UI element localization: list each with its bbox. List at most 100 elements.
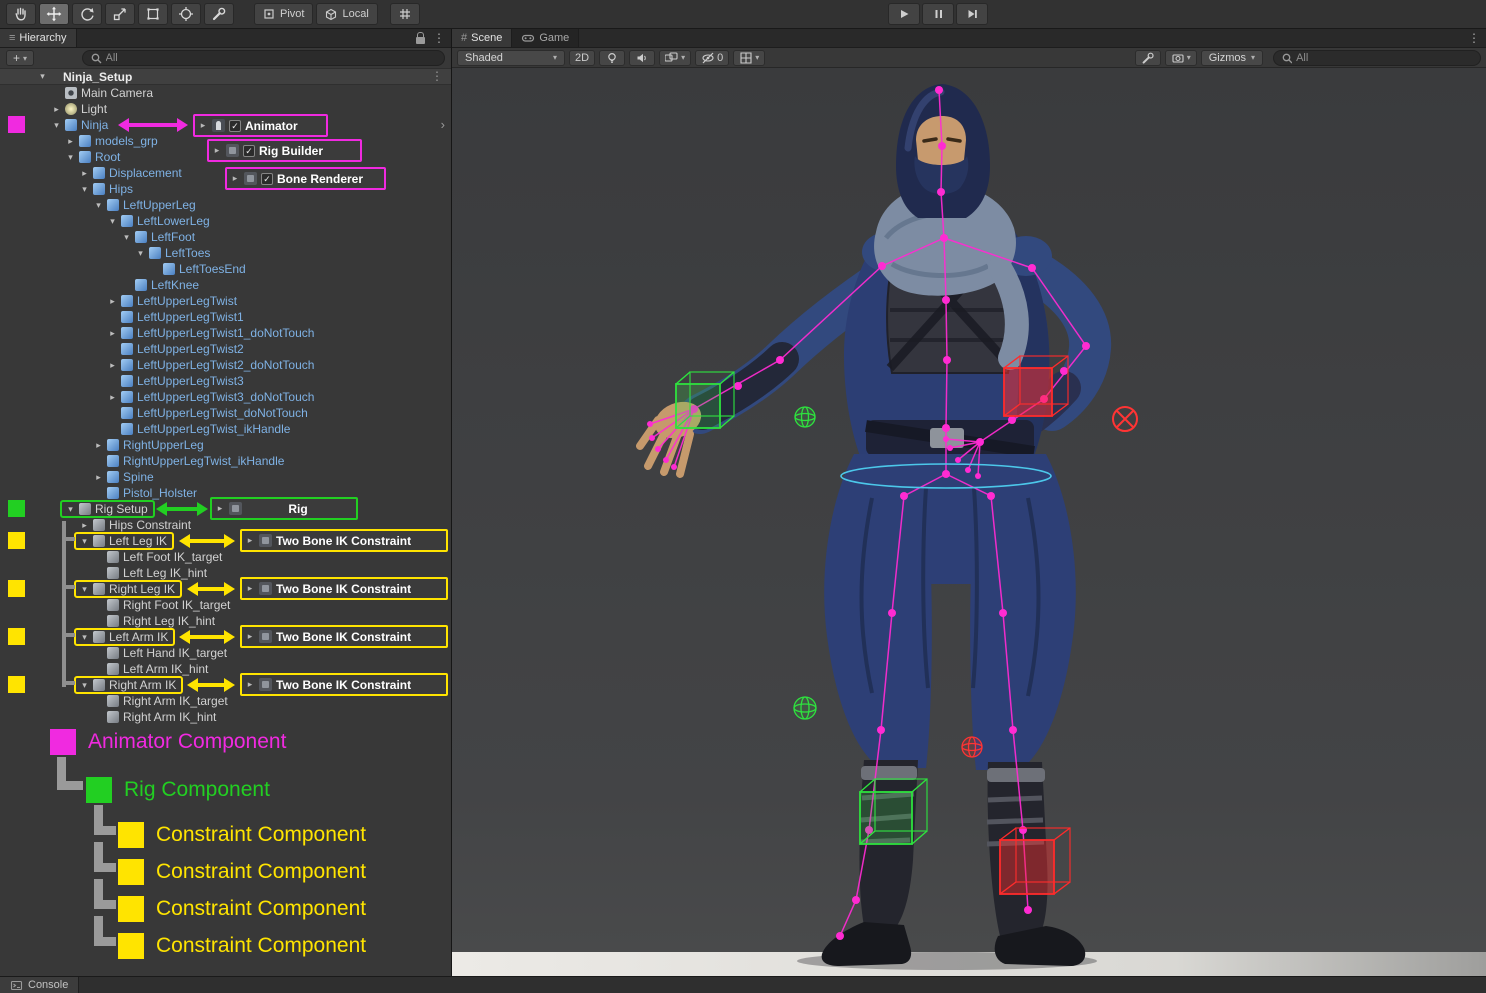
camera-overlay-button[interactable]: ▾ [1165,50,1197,66]
bone-joint-dot[interactable] [935,86,943,94]
hand-tool-button[interactable] [6,3,36,25]
bone-joint-dot[interactable] [965,467,971,473]
scene-search-input[interactable] [1296,52,1473,64]
bone-joint-dot[interactable] [940,234,948,242]
bone-joint-dot[interactable] [836,932,844,940]
annotation-overlay: ▸ ✓ Animator ▸ ✓ Rig Builder ▸ ✓ Bone Re… [0,29,451,976]
scene-lighting-toggle[interactable] [599,50,625,66]
bone-joint-dot[interactable] [655,446,661,452]
bone-joint-dot[interactable] [1028,264,1036,272]
scene-menu-icon[interactable]: ⋮ [1462,29,1486,47]
scale-tool-button[interactable] [105,3,135,25]
two-bone-ik-callout-4[interactable]: ▸ Two Bone IK Constraint [240,673,448,696]
left-arm-ik-hint-gizmo[interactable] [795,407,815,427]
bone-joint-dot[interactable] [877,726,885,734]
expander-icon[interactable]: ▸ [230,173,240,184]
bone-joint-dot[interactable] [649,435,655,441]
scene-audio-toggle[interactable] [629,50,655,66]
two-bone-ik-callout-1[interactable]: ▸ Two Bone IK Constraint [240,529,448,552]
rigsetup-to-rig-arrow [166,507,198,511]
bone-joint-dot[interactable] [1009,726,1017,734]
bone-renderer-component-callout[interactable]: ▸ ✓ Bone Renderer [225,167,386,190]
bone-joint-dot[interactable] [878,262,886,270]
enabled-checkbox[interactable]: ✓ [243,145,255,157]
constraint-icon [259,630,272,643]
eye-off-icon [701,51,715,65]
bone-joint-dot[interactable] [852,896,860,904]
bone-joint-dot[interactable] [1060,367,1068,375]
expander-icon[interactable]: ▸ [245,583,255,594]
bone-joint-dot[interactable] [943,436,949,442]
grid-snap-button[interactable] [390,3,420,25]
expander-icon[interactable]: ▸ [215,503,225,514]
expander-icon[interactable]: ▸ [245,679,255,690]
scene-visibility-toggle[interactable]: 0 [695,50,729,66]
chevron-down-icon: ▾ [553,53,557,62]
shading-mode-label: Shaded [465,52,503,64]
transform-tool-button[interactable] [171,3,201,25]
expander-icon[interactable]: ▸ [212,145,222,156]
tab-console[interactable]: Console [0,977,79,993]
bone-joint-dot[interactable] [942,470,950,478]
bone-joint-dot[interactable] [937,188,945,196]
scene-canvas[interactable] [452,68,1486,976]
expander-icon[interactable]: ▸ [245,631,255,642]
custom-tool-button[interactable] [204,3,234,25]
bone-joint-dot[interactable] [976,438,984,446]
right-leg-ik-hint-gizmo[interactable] [962,737,982,757]
scene-effects-toggle[interactable]: ▾ [659,50,691,66]
bone-joint-dot[interactable] [1082,342,1090,350]
play-button[interactable] [888,3,920,25]
expander-icon[interactable]: ▸ [198,120,208,131]
expander-icon[interactable]: ▸ [245,535,255,546]
pivot-label: Pivot [280,8,304,20]
constraint-icon [259,534,272,547]
step-button[interactable] [956,3,988,25]
rig-builder-component-callout[interactable]: ▸ ✓ Rig Builder [207,139,362,162]
bone-joint-dot[interactable] [955,457,961,463]
scene-search[interactable] [1273,50,1481,66]
bone-joint-dot[interactable] [776,356,784,364]
leftarmik-arrow [189,635,225,639]
bone-joint-dot[interactable] [734,382,742,390]
gizmos-dropdown[interactable]: Gizmos ▾ [1201,50,1263,66]
move-tool-button[interactable] [39,3,69,25]
bone-joint-dot[interactable] [987,492,995,500]
animator-component-callout[interactable]: ▸ ✓ Animator [193,114,328,137]
bone-joint-dot[interactable] [1019,826,1027,834]
bone-joint-dot[interactable] [671,464,677,470]
bone-joint-dot[interactable] [888,609,896,617]
bracket-stub [62,585,75,589]
scene-viewport[interactable] [452,68,1486,976]
enabled-checkbox[interactable]: ✓ [261,173,273,185]
bone-joint-dot[interactable] [1024,906,1032,914]
enabled-checkbox[interactable]: ✓ [229,120,241,132]
bone-joint-dot[interactable] [938,142,946,150]
bone-joint-dot[interactable] [947,445,953,451]
bone-joint-dot[interactable] [975,473,981,479]
two-bone-ik-callout-2[interactable]: ▸ Two Bone IK Constraint [240,577,448,600]
bone-joint-dot[interactable] [647,421,653,427]
bone-joint-dot[interactable] [942,424,950,432]
bone-joint-dot[interactable] [663,457,669,463]
tab-game[interactable]: Game [512,29,579,47]
rotate-tool-button[interactable] [72,3,102,25]
rect-tool-button[interactable] [138,3,168,25]
bone-joint-dot[interactable] [943,356,951,364]
pivot-toggle[interactable]: Pivot [254,3,313,25]
bone-joint-dot[interactable] [900,492,908,500]
local-toggle[interactable]: Local [316,3,377,25]
rig-component-callout[interactable]: ▸ Rig [210,497,358,520]
bone-joint-dot[interactable] [1008,416,1016,424]
hidden-count: 0 [717,52,723,64]
2d-toggle[interactable]: 2D [569,50,595,66]
bone-joint-dot[interactable] [942,296,950,304]
left-leg-ik-hint-gizmo[interactable] [794,697,816,719]
bone-joint-dot[interactable] [999,609,1007,617]
shading-mode-dropdown[interactable]: Shaded ▾ [457,50,565,66]
editor-tools-button[interactable] [1135,50,1161,66]
scene-grid-toggle[interactable]: ▾ [733,50,765,66]
tab-scene[interactable]: # Scene [452,29,512,47]
two-bone-ik-callout-3[interactable]: ▸ Two Bone IK Constraint [240,625,448,648]
pause-button[interactable] [922,3,954,25]
